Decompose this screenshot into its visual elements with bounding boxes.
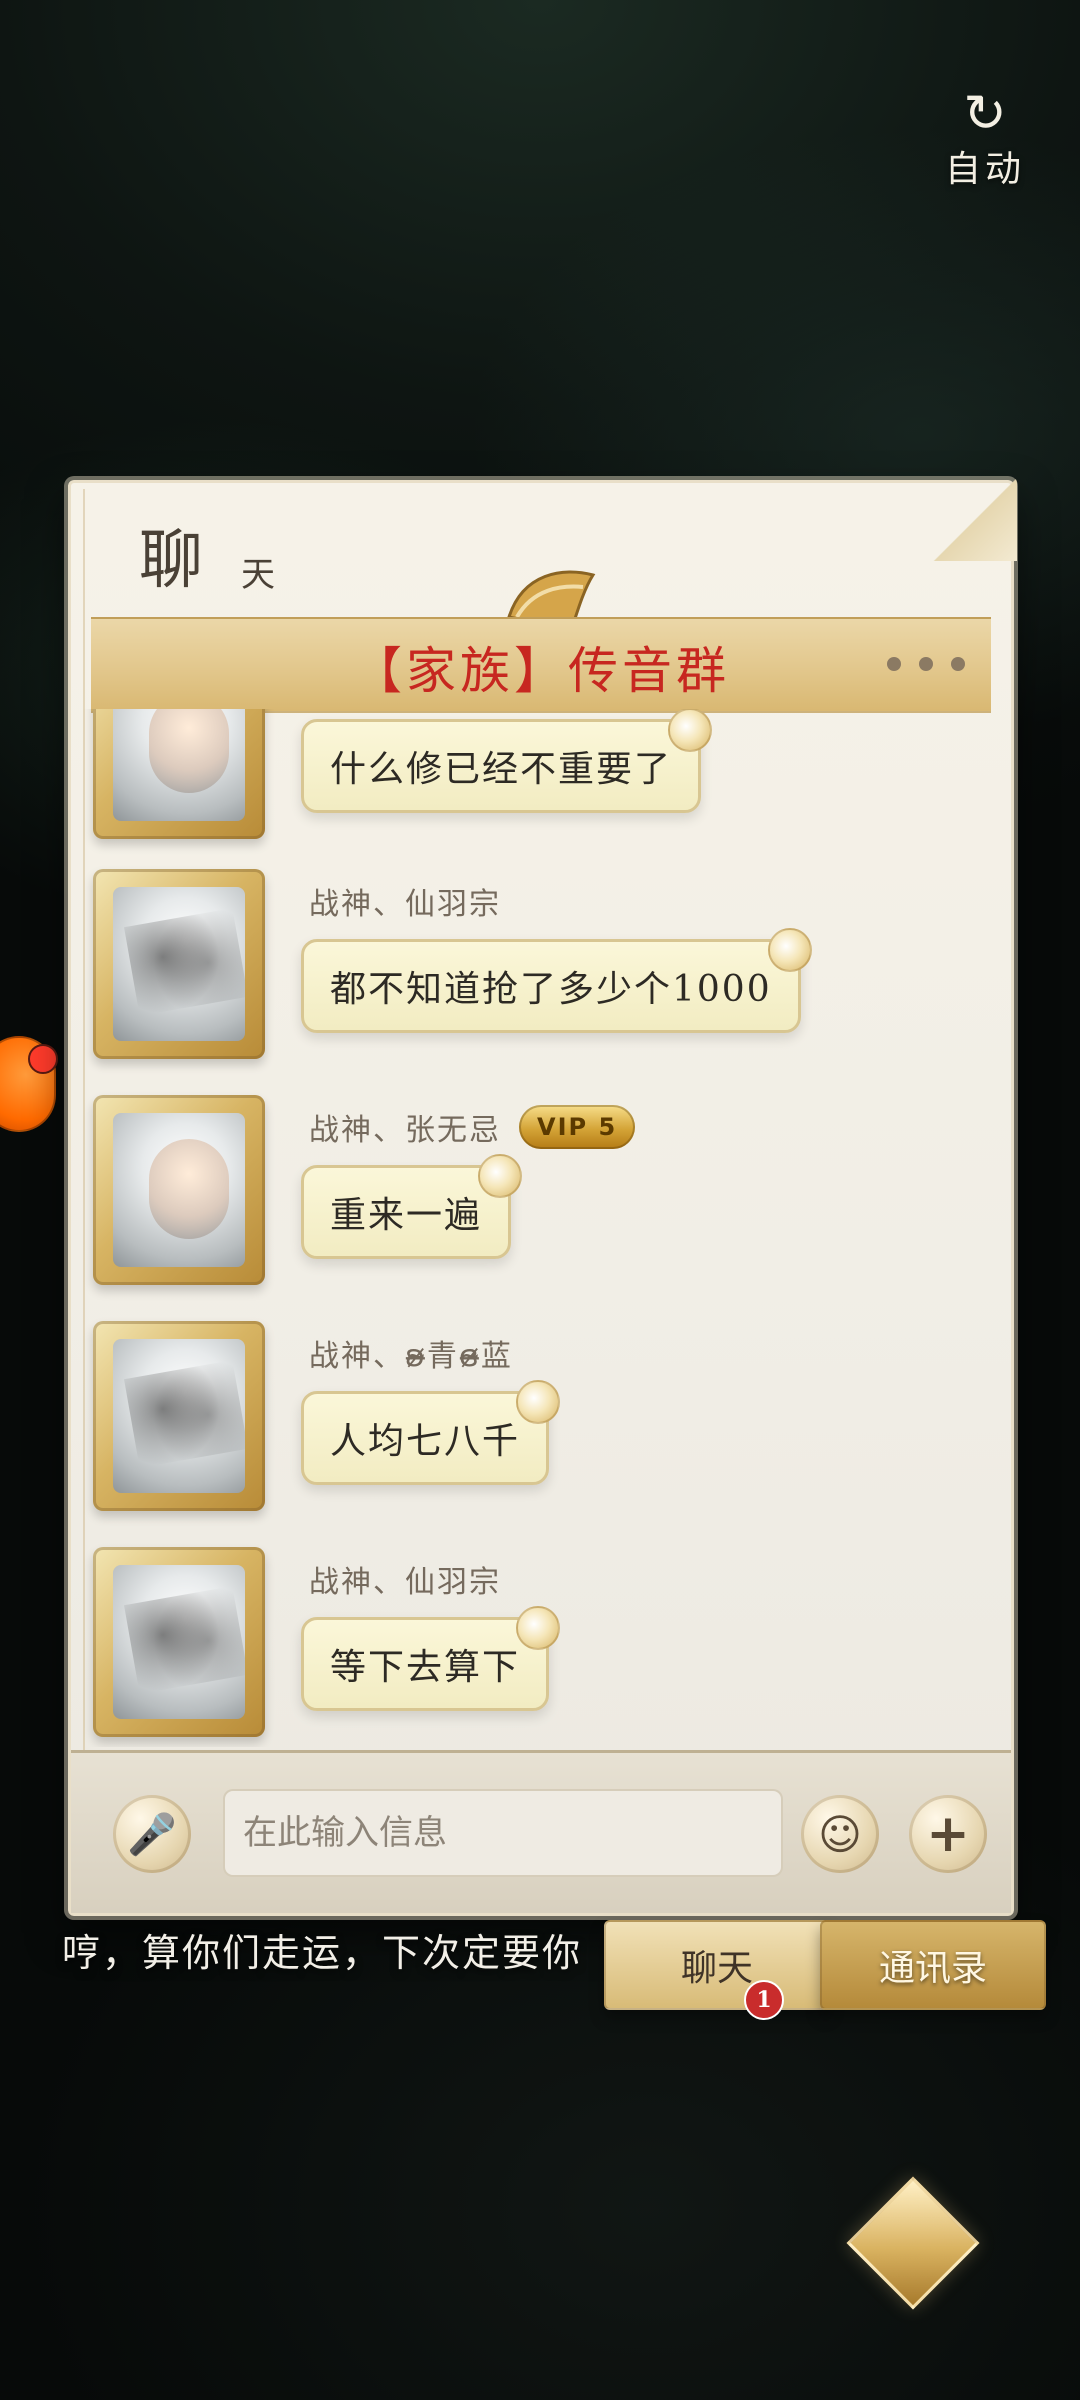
group-title: 【家族】传音群 (352, 642, 730, 700)
message-bubble[interactable]: 等下去算下 (301, 1606, 561, 1711)
tab-chat[interactable]: 聊天 1 (604, 1920, 830, 2020)
avatar[interactable] (93, 1321, 265, 1511)
bottom-tabs: 聊天 1 通讯录 (604, 1910, 1046, 2020)
message-input[interactable] (223, 1789, 783, 1877)
sender-name: 战神、仙羽宗 (309, 1565, 501, 1600)
vip-badge: VIP 5 (519, 1105, 636, 1149)
avatar-human-icon (113, 709, 245, 821)
microphone-icon: 🎤 (127, 1811, 177, 1858)
emoji-button[interactable]: ☺ (801, 1795, 879, 1873)
sender-name: 战神、张无忌 (309, 1113, 501, 1148)
message-item: 什么修已经不重要了 (71, 709, 1011, 869)
sender-name: 战神、仙羽宗 (309, 887, 501, 922)
message-list[interactable]: 什么修已经不重要了 战神、仙羽宗 都不知道抢了多少个1000 战神、张无忌 VI… (71, 709, 1011, 1747)
auto-button[interactable]: ↻ 自动 (925, 88, 1045, 198)
auto-label: 自动 (944, 149, 1025, 190)
avatar[interactable] (93, 709, 265, 839)
more-dot-icon (887, 657, 901, 671)
avatar[interactable] (93, 869, 265, 1059)
avatar-dragon-icon (113, 1339, 245, 1493)
avatar-human-icon (113, 1113, 245, 1267)
sender-name: 战神、ʚ̴̶̷青ɞ̴̶̷蓝 (309, 1339, 513, 1374)
more-options-button[interactable] (887, 641, 965, 687)
floating-assistant-button[interactable] (0, 1036, 58, 1132)
more-input-button[interactable]: + (909, 1795, 987, 1873)
chat-title-main: 聊 (139, 524, 203, 598)
tab-contacts-label: 通讯录 (878, 1948, 987, 1989)
avatar[interactable] (93, 1095, 265, 1285)
group-title-bar: 【家族】传音群 (91, 617, 991, 713)
message-item: 战神、张无忌 VIP 5 重来一遍 (71, 1095, 1011, 1315)
message-bubble[interactable]: 都不知道抢了多少个1000 (301, 928, 812, 1033)
message-item: 战神、仙羽宗 等下去算下 (71, 1547, 1011, 1747)
refresh-icon: ↻ (963, 84, 1007, 144)
tab-chat-label: 聊天 (680, 1948, 753, 1989)
chat-title: 聊 天 (111, 509, 351, 599)
plus-icon: + (926, 1804, 970, 1864)
emoji-icon: ☺ (818, 1809, 862, 1859)
sender-line: 战神、仙羽宗 (309, 1557, 501, 1601)
notification-dot (28, 1044, 58, 1074)
message-item: 战神、ʚ̴̶̷青ɞ̴̶̷蓝 人均七八千 (71, 1321, 1011, 1541)
input-bar: 🎤 ☺ + (71, 1750, 1011, 1913)
tab-contacts[interactable]: 通讯录 (820, 1920, 1046, 2010)
unread-badge: 1 (744, 1980, 784, 2020)
message-bubble[interactable]: 什么修已经不重要了 (301, 709, 713, 813)
sender-line: 战神、ʚ̴̶̷青ɞ̴̶̷蓝 (309, 1331, 513, 1375)
dialogue-subtitle: 哼，算你们走运，下次定要你 (62, 1931, 583, 1975)
avatar-dragon-icon (113, 1565, 245, 1719)
chat-title-sub: 天 (241, 555, 275, 595)
voice-input-button[interactable]: 🎤 (113, 1795, 191, 1873)
more-dot-icon (919, 657, 933, 671)
message-bubble[interactable]: 重来一遍 (301, 1154, 523, 1259)
avatar[interactable] (93, 1547, 265, 1737)
message-item: 战神、仙羽宗 都不知道抢了多少个1000 (71, 869, 1011, 1089)
page-corner-fold (933, 477, 1017, 561)
avatar-dragon-icon (113, 887, 245, 1041)
sender-line: 战神、仙羽宗 (309, 879, 501, 923)
chat-panel: 聊 天 【家族】传音群 什么修已经不重要了 战神、仙羽宗 都不知道抢了多少个10… (68, 477, 1017, 1916)
more-dot-icon (951, 657, 965, 671)
sender-line: 战神、张无忌 VIP 5 (309, 1105, 636, 1149)
message-bubble[interactable]: 人均七八千 (301, 1380, 561, 1485)
